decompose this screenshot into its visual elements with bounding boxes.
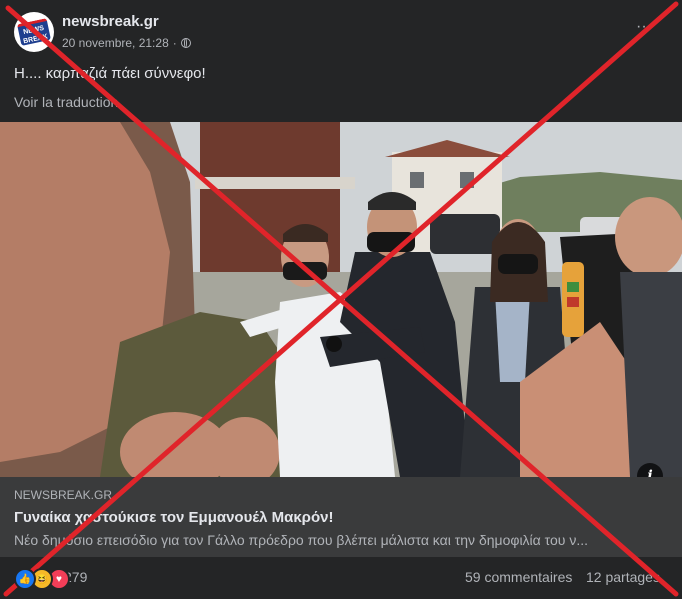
link-description: Νέο δημόσιο επεισόδιο για τον Γάλλο πρόε… <box>14 532 588 548</box>
like-icon: 👍 <box>14 568 36 590</box>
comments-count[interactable]: 59 commentaires <box>465 569 572 585</box>
globe-icon <box>180 38 191 48</box>
link-preview[interactable]: NEWSBREAK.GR Γυναίκα χαστούκισε τον Εμμα… <box>0 477 682 557</box>
shares-count[interactable]: 12 partages <box>586 569 660 585</box>
page-name[interactable]: newsbreak.gr <box>62 13 159 30</box>
link-title[interactable]: Γυναίκα χαστούκισε τον Εμμανουέλ Μακρόν! <box>14 509 333 526</box>
reaction-icons[interactable]: 👍 😆 ♥ <box>14 568 70 590</box>
facebook-post: NEWS BREAK newsbreak.gr 20 novembre, 21:2… <box>0 0 682 599</box>
post-meta: 20 novembre, 21:28 · <box>62 36 191 50</box>
post-timestamp[interactable]: 20 novembre, 21:28 <box>62 36 169 50</box>
newsbreak-logo: NEWS BREAK <box>17 18 51 46</box>
post-image[interactable] <box>0 122 682 477</box>
post-caption: Η.... καρπαζιά πάει σύννεφο! <box>14 65 206 82</box>
photo-scene <box>0 122 682 477</box>
page-avatar[interactable]: NEWS BREAK <box>14 12 54 52</box>
post-footer: 👍 😆 ♥ 279 59 commentaires 12 partages <box>0 557 682 599</box>
see-translation-link[interactable]: Voir la traduction <box>14 94 118 110</box>
more-options-icon[interactable]: ··· <box>634 19 654 42</box>
link-domain: NEWSBREAK.GR <box>14 488 113 502</box>
